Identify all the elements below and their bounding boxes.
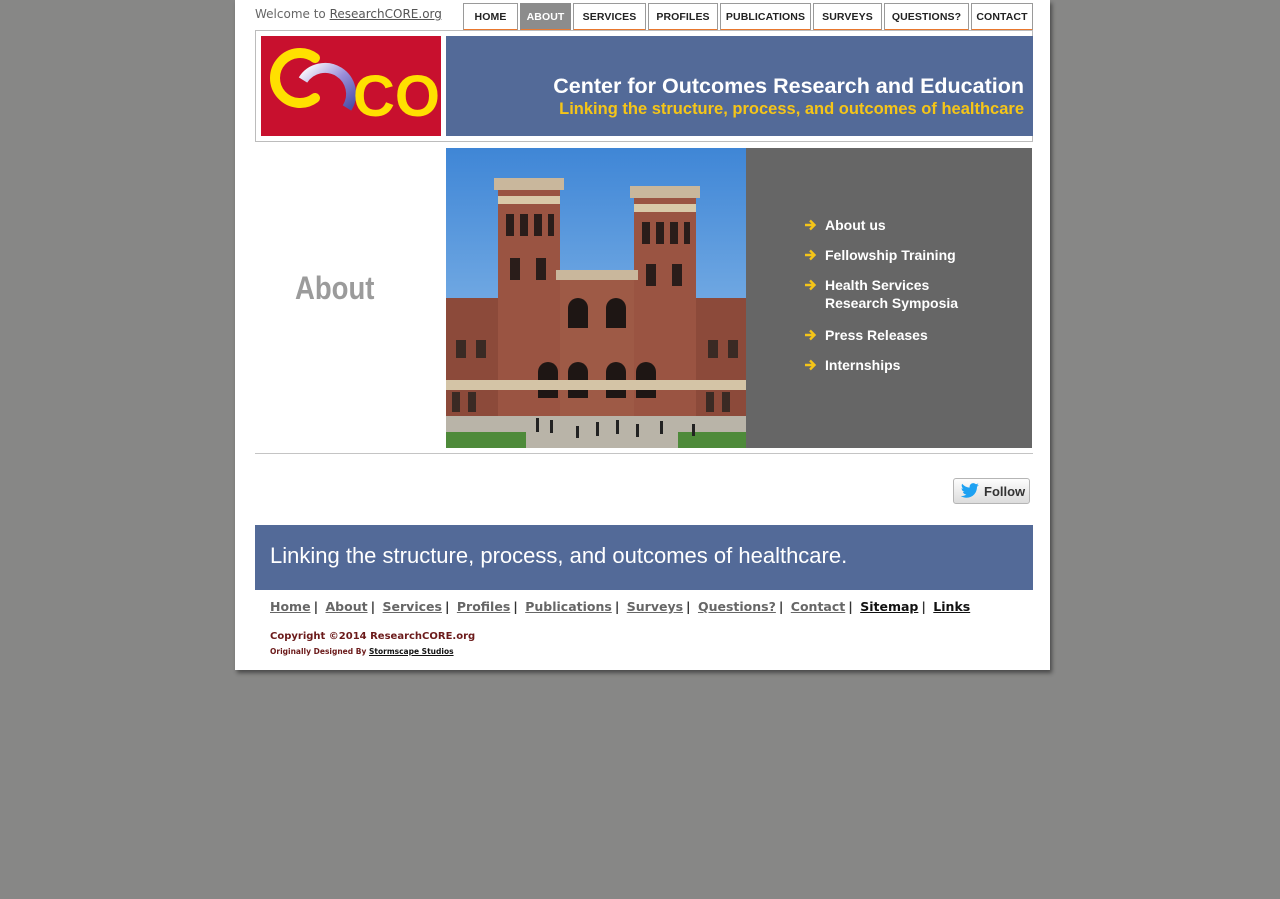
welcome-prefix: Welcome to bbox=[255, 7, 326, 21]
nav-services-button[interactable]: SERVICES bbox=[573, 3, 646, 32]
separator: | bbox=[848, 599, 853, 614]
twitter-follow-button[interactable]: Follow bbox=[953, 478, 1030, 504]
submenu-item-label: Internships bbox=[825, 357, 901, 373]
footer-link-about[interactable]: About bbox=[326, 599, 368, 614]
footer-links: Home | About | Services | Profiles | Publica… bbox=[270, 599, 970, 614]
page-container: Welcome to ResearchCORE.org HOME ABOUT S… bbox=[235, 0, 1050, 670]
submenu-item-label: Press Releases bbox=[825, 327, 928, 343]
twitter-bird-icon bbox=[960, 483, 979, 498]
separator: | bbox=[686, 599, 691, 614]
nav-questions-button[interactable]: QUESTIONS? bbox=[884, 3, 969, 32]
submenu-item-internships[interactable]: Internships bbox=[804, 356, 900, 374]
submenu-item-about-us[interactable]: About us bbox=[804, 216, 886, 234]
arrow-right-icon bbox=[805, 329, 817, 341]
footer-link-home[interactable]: Home bbox=[270, 599, 311, 614]
arrow-right-icon bbox=[805, 219, 817, 231]
footer-link-services[interactable]: Services bbox=[383, 599, 442, 614]
footer-link-links[interactable]: Links bbox=[933, 599, 970, 614]
nav-publications-button[interactable]: PUBLICATIONS bbox=[720, 3, 811, 32]
section-title: About bbox=[295, 270, 375, 306]
banner-title: Center for Outcomes Research and Educati… bbox=[553, 74, 1024, 98]
footer-link-surveys[interactable]: Surveys bbox=[627, 599, 683, 614]
designer-credit: Originally Designed By Stormscape Studio… bbox=[270, 647, 454, 656]
submenu-item-hsr-symposia[interactable]: Health Services Research Symposia bbox=[804, 276, 994, 312]
footer-link-sitemap[interactable]: Sitemap bbox=[860, 599, 918, 614]
footer-link-contact[interactable]: Contact bbox=[791, 599, 845, 614]
separator: | bbox=[921, 599, 926, 614]
submenu-item-label: Health Services Research Symposia bbox=[825, 277, 959, 311]
banner-title-area: Center for Outcomes Research and Educati… bbox=[446, 36, 1033, 136]
arrow-right-icon bbox=[805, 359, 817, 371]
welcome-text: Welcome to ResearchCORE.org bbox=[255, 7, 442, 21]
welcome-site-link[interactable]: ResearchCORE.org bbox=[330, 7, 442, 21]
separator: | bbox=[778, 599, 784, 614]
nav-about-button[interactable]: ABOUT bbox=[520, 3, 571, 32]
header-banner: CORE Center for Outcomes Research and Ed… bbox=[255, 30, 1033, 142]
logo-letters: CORE bbox=[353, 64, 441, 129]
royce-hall-photo bbox=[446, 148, 746, 448]
designer-prefix: Originally Designed By bbox=[270, 647, 367, 656]
arrow-right-icon bbox=[805, 249, 817, 261]
footer-tagline-band: Linking the structure, process, and outc… bbox=[255, 525, 1033, 590]
nav-home-button[interactable]: HOME bbox=[463, 3, 518, 32]
nav-profiles-button[interactable]: PROFILES bbox=[648, 3, 718, 32]
copyright-text: Copyright ©2014 ResearchCORE.org bbox=[270, 631, 476, 642]
follow-label: Follow bbox=[984, 483, 1026, 499]
submenu-item-label: Fellowship Training bbox=[825, 247, 956, 263]
separator: | bbox=[313, 599, 319, 614]
core-logo[interactable]: CORE bbox=[261, 36, 521, 136]
nav-contact-button[interactable]: CONTACT bbox=[971, 3, 1033, 32]
arrow-right-icon bbox=[805, 279, 817, 291]
separator: | bbox=[444, 599, 450, 614]
separator: | bbox=[370, 599, 376, 614]
footer-link-profiles[interactable]: Profiles bbox=[457, 599, 510, 614]
divider bbox=[255, 453, 1033, 454]
submenu-item-fellowship-training[interactable]: Fellowship Training bbox=[804, 246, 956, 264]
separator: | bbox=[513, 599, 518, 614]
about-submenu: About us Fellowship Training Health Serv… bbox=[746, 148, 1032, 448]
submenu-item-press-releases[interactable]: Press Releases bbox=[804, 326, 928, 344]
separator: | bbox=[614, 599, 620, 614]
footer-tagline: Linking the structure, process, and outc… bbox=[270, 543, 848, 568]
designer-link[interactable]: Stormscape Studios bbox=[369, 647, 454, 656]
banner-subtitle: Linking the structure, process, and outc… bbox=[559, 100, 1024, 118]
core-logo-graphic: CORE bbox=[270, 48, 521, 129]
footer-link-questions[interactable]: Questions? bbox=[698, 599, 776, 614]
submenu-item-label: About us bbox=[825, 217, 886, 233]
nav-surveys-button[interactable]: SURVEYS bbox=[813, 3, 882, 32]
footer-link-publications[interactable]: Publications bbox=[525, 599, 612, 614]
